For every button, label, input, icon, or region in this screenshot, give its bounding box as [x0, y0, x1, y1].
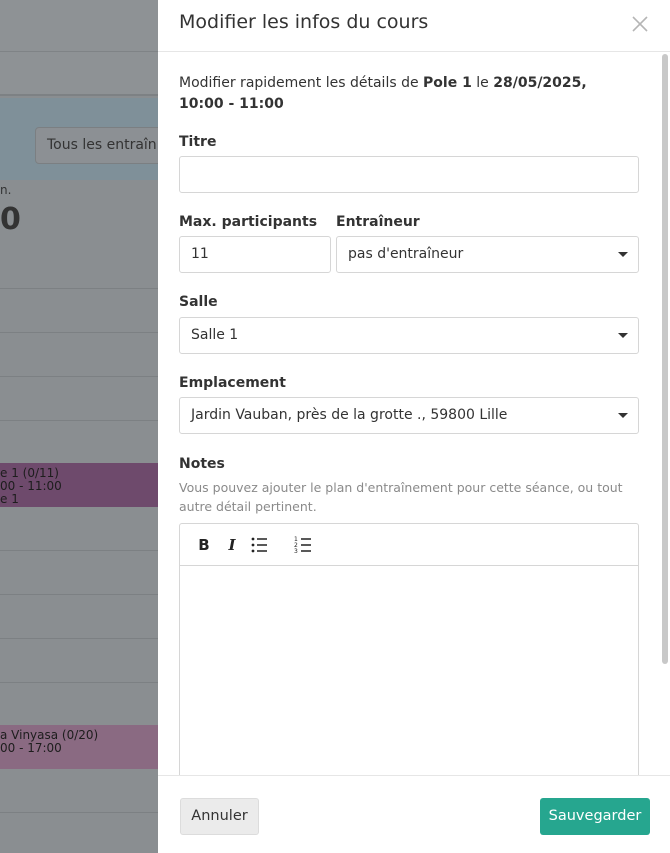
bg-grid-line [0, 288, 158, 289]
svg-text:3: 3 [294, 548, 298, 555]
drawer-body[interactable]: Modifier rapidement les détails de Pole … [158, 52, 670, 775]
location-select-value: Jardin Vauban, près de la grotte ., 5980… [191, 407, 508, 423]
calendar-event-yoga[interactable]: a Vinyasa (0/20) 00 - 17:00 [0, 725, 158, 769]
title-label: Titre [179, 134, 217, 150]
event-time: 00 - 11:00 [0, 479, 62, 493]
trainer-select-value: pas d'entraîneur [348, 246, 464, 262]
bg-grid-line [0, 332, 158, 333]
drawer-title: Modifier les infos du cours [179, 11, 429, 33]
ordered-list-icon[interactable]: 1 2 3 [292, 533, 316, 557]
bg-grid-line [0, 682, 158, 683]
bold-button[interactable]: B [192, 533, 216, 557]
bg-top-bar [0, 0, 158, 52]
drawer-header: Modifier les infos du cours [158, 0, 670, 52]
notes-label: Notes [179, 456, 225, 472]
bg-sub-bar [0, 52, 158, 96]
calendar-event-pole[interactable]: e 1 (0/11) 00 - 11:00 e 1 [0, 463, 158, 507]
bg-grid-line [0, 638, 158, 639]
max-participants-label: Max. participants [179, 214, 318, 230]
intro-prefix: Modifier rapidement les détails de [179, 75, 424, 91]
drawer-intro: Modifier rapidement les détails de Pole … [179, 73, 629, 115]
notes-editor: B I 1 2 3 [179, 523, 639, 775]
save-button[interactable]: Sauvegarder [540, 798, 650, 835]
intro-middle: le [471, 75, 494, 91]
bg-grid-line [0, 812, 158, 813]
notes-hint: Vous pouvez ajouter le plan d'entraîneme… [179, 480, 623, 514]
calendar-background: Tous les entraîn n. 0 e 1 (0/11) 00 - 11… [0, 0, 158, 853]
chevron-down-icon [618, 333, 628, 338]
bg-grid-line [0, 594, 158, 595]
italic-button[interactable]: I [220, 533, 244, 557]
close-icon[interactable] [628, 12, 652, 36]
chevron-down-icon [618, 252, 628, 257]
bullet-list-icon[interactable] [248, 533, 272, 557]
max-participants-input[interactable]: 11 [179, 236, 331, 273]
event-room: e 1 [0, 492, 19, 506]
event-time: 00 - 17:00 [0, 741, 62, 755]
trainer-select[interactable]: pas d'entraîneur [336, 236, 639, 273]
room-select-value: Salle 1 [191, 327, 239, 343]
scrollbar-thumb[interactable] [662, 54, 668, 664]
bg-grid-line [0, 550, 158, 551]
drawer-footer: Annuler Sauvegarder [158, 775, 670, 853]
bg-grid-line [0, 376, 158, 377]
trainer-label: Entraîneur [336, 214, 420, 230]
trainer-filter-select[interactable]: Tous les entraîn [35, 127, 158, 164]
title-input[interactable] [179, 156, 639, 193]
location-select[interactable]: Jardin Vauban, près de la grotte ., 5980… [179, 397, 639, 434]
chevron-down-icon [618, 413, 628, 418]
bg-grid-line [0, 420, 158, 421]
bg-stat-value: 0 [0, 202, 21, 237]
location-label: Emplacement [179, 375, 286, 391]
intro-course: Pole 1 [423, 75, 472, 91]
notes-textarea[interactable] [180, 567, 638, 775]
scrollbar[interactable] [662, 52, 668, 775]
room-select[interactable]: Salle 1 [179, 317, 639, 354]
editor-toolbar: B I 1 2 3 [180, 524, 638, 566]
bg-stat-suffix: n. [0, 183, 12, 197]
cancel-button[interactable]: Annuler [180, 798, 259, 835]
room-label: Salle [179, 294, 218, 310]
edit-course-drawer: Modifier les infos du cours Modifier rap… [158, 0, 670, 853]
